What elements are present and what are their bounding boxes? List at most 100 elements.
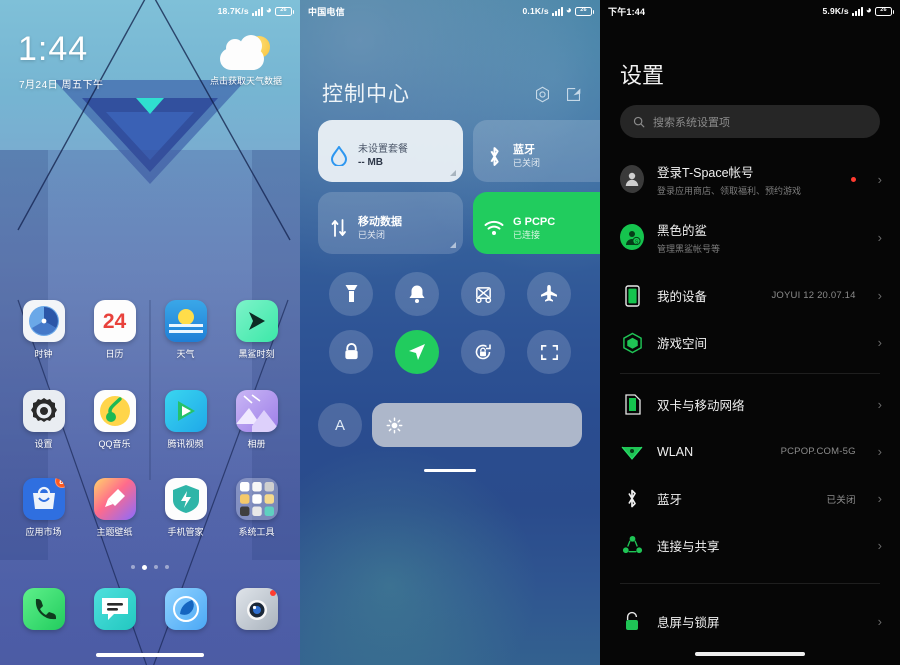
dock-app-phone[interactable] [8, 588, 79, 630]
account-row[interactable]: 登录T-Space帐号 登录应用商店、领取福利、预约游戏 › [600, 150, 900, 208]
statusbar-right-group: 0.1K/s ◕ 26 [523, 5, 594, 16]
app-label: 设置 [34, 439, 53, 449]
control-center-actions [534, 86, 582, 103]
app-app-store[interactable]: 8 应用市场 [8, 478, 79, 538]
carrier-label: 中国电信 [308, 6, 345, 17]
screenshot-toggle[interactable] [461, 272, 505, 316]
mobile-data-tile[interactable]: 移动数据 已关闭 [318, 192, 463, 254]
home-indicator-bar[interactable] [96, 653, 204, 657]
row-title: WLAN [657, 444, 694, 459]
tile-expand-corner[interactable] [450, 170, 456, 176]
home-screen-panel: 18.7K/s ◕ 26 1:44 7月24日 周五下午 点击获取天气数据 时钟 [0, 0, 300, 665]
app-label: 时钟 [34, 349, 53, 359]
app-grid-row-3: 8 应用市场 主题壁纸 手机管家 系统工具 [0, 478, 300, 538]
app-settings[interactable]: 设置 [8, 390, 79, 450]
row-value: 已关闭 [826, 494, 856, 506]
dock-app-camera[interactable] [221, 588, 292, 630]
lock-screen-icon [620, 611, 644, 632]
bluetooth-tile[interactable]: 蓝牙 已关闭 [473, 120, 600, 182]
app-qq-music[interactable]: QQ音乐 [79, 390, 150, 450]
brightness-slider[interactable] [372, 403, 582, 447]
weather-widget[interactable]: 点击获取天气数据 [210, 35, 282, 87]
theme-wallpaper-app-icon [93, 478, 136, 520]
game-space-row[interactable]: 游戏空间 › [600, 319, 900, 366]
signal-icon [551, 6, 563, 16]
camera-app-icon [235, 588, 278, 630]
app-phone-manager[interactable]: 手机管家 [150, 478, 221, 538]
wifi-icon: ◕ [565, 5, 572, 16]
chevron-right-icon: › [877, 171, 882, 187]
wlan-row[interactable]: WLAN PCPOP.COM-5G › [600, 428, 900, 475]
search-input[interactable]: 搜索系统设置项 [620, 105, 880, 138]
phone-app-icon [22, 588, 65, 630]
data-usage-tile[interactable]: 未设置套餐 -- MB [318, 120, 463, 182]
messages-app-icon [93, 588, 136, 630]
shark-account-row[interactable]: S 黑色的鲨 管理黑鲨帐号等 › [600, 208, 900, 266]
statusbar-panel1: 18.7K/s ◕ 26 [0, 0, 300, 22]
dock-app-browser[interactable] [150, 588, 221, 630]
app-label: 黑鲨时刻 [238, 349, 275, 359]
settings-panel: 下午1:44 5.9K/s ◕ 26 设置 搜索系统设置项 登录T-Space帐… [600, 0, 900, 665]
dock-app-messages[interactable] [79, 588, 150, 630]
tile-title: 未设置套餐 [358, 143, 408, 155]
list-divider [620, 583, 880, 584]
battery-icon: 26 [275, 6, 294, 16]
scan-toggle[interactable] [527, 330, 571, 374]
statusbar-right-group: 5.9K/s ◕ 26 [823, 5, 894, 16]
app-label: 日历 [105, 349, 124, 359]
app-theme-wallpaper[interactable]: 主题壁纸 [79, 478, 150, 538]
chevron-right-icon: › [877, 614, 882, 629]
bluetooth-row[interactable]: 蓝牙 已关闭 › [600, 475, 900, 522]
ringer-toggle[interactable] [395, 272, 439, 316]
search-placeholder: 搜索系统设置项 [653, 116, 730, 129]
app-calendar[interactable]: 24 日历 [79, 300, 150, 360]
app-label: 天气 [176, 349, 195, 359]
app-weather[interactable]: 天气 [150, 300, 221, 360]
lockscreen-row[interactable]: 息屏与锁屏 › [600, 598, 900, 645]
settings-gear-icon[interactable] [534, 86, 551, 103]
home-indicator-bar[interactable] [695, 652, 805, 656]
partly-cloudy-icon [219, 35, 272, 70]
battery-level-label: 26 [880, 7, 887, 14]
row-title: 登录T-Space帐号 [657, 165, 754, 180]
browser-app-icon [164, 588, 207, 630]
dual-sim-row[interactable]: 双卡与移动网络 › [600, 381, 900, 428]
battery-icon: 26 [875, 6, 894, 16]
airplane-toggle[interactable] [527, 272, 571, 316]
app-label: 主题壁纸 [96, 527, 133, 537]
control-center-title: 控制中心 [322, 83, 410, 106]
auto-brightness-label: A [334, 416, 345, 434]
signal-icon [851, 6, 863, 16]
settings-app-icon [22, 390, 65, 432]
three-phone-screens: 18.7K/s ◕ 26 1:44 7月24日 周五下午 点击获取天气数据 时钟 [0, 0, 900, 665]
home-indicator-bar[interactable] [424, 469, 476, 472]
statusbar-panel2: 中国电信 0.1K/s ◕ 26 [300, 0, 600, 22]
chevron-right-icon: › [877, 288, 882, 303]
rotation-lock-toggle[interactable] [461, 330, 505, 374]
app-shark-moment[interactable]: 黑鲨时刻 [221, 300, 292, 360]
my-device-row[interactable]: 我的设备 JOYUI 12 20.07.14 › [600, 272, 900, 319]
tile-expand-corner[interactable] [450, 242, 456, 248]
page-indicator-dots[interactable] [0, 565, 300, 570]
lockscreen-date: 7月24日 周五下午 [19, 80, 104, 91]
app-tencent-video[interactable]: 腾讯视频 [150, 390, 221, 450]
flashlight-toggle[interactable] [329, 272, 373, 316]
row-title: 我的设备 [657, 290, 708, 304]
app-clock[interactable]: 时钟 [8, 300, 79, 360]
row-subtitle: 登录应用商店、领取福利、预约游戏 [657, 185, 802, 196]
edit-icon[interactable] [565, 86, 582, 103]
connection-share-row[interactable]: 连接与共享 › [600, 522, 900, 569]
account-notification-dot [850, 176, 856, 182]
auto-brightness-button[interactable]: A [318, 403, 362, 447]
folder-system-tools[interactable]: 系统工具 [221, 478, 292, 538]
wifi-icon: ◕ [865, 5, 872, 16]
app-gallery[interactable]: 相册 [221, 390, 292, 450]
wifi-tile[interactable]: G PCPC 已连接 [473, 192, 600, 254]
sun-icon [386, 417, 403, 433]
lock-toggle[interactable] [329, 330, 373, 374]
location-toggle[interactable] [395, 330, 439, 374]
network-speed-label: 18.7K/s [217, 6, 249, 16]
chevron-right-icon: › [877, 229, 882, 245]
app-label: 手机管家 [167, 527, 204, 537]
wifi-icon: ◕ [265, 5, 272, 16]
